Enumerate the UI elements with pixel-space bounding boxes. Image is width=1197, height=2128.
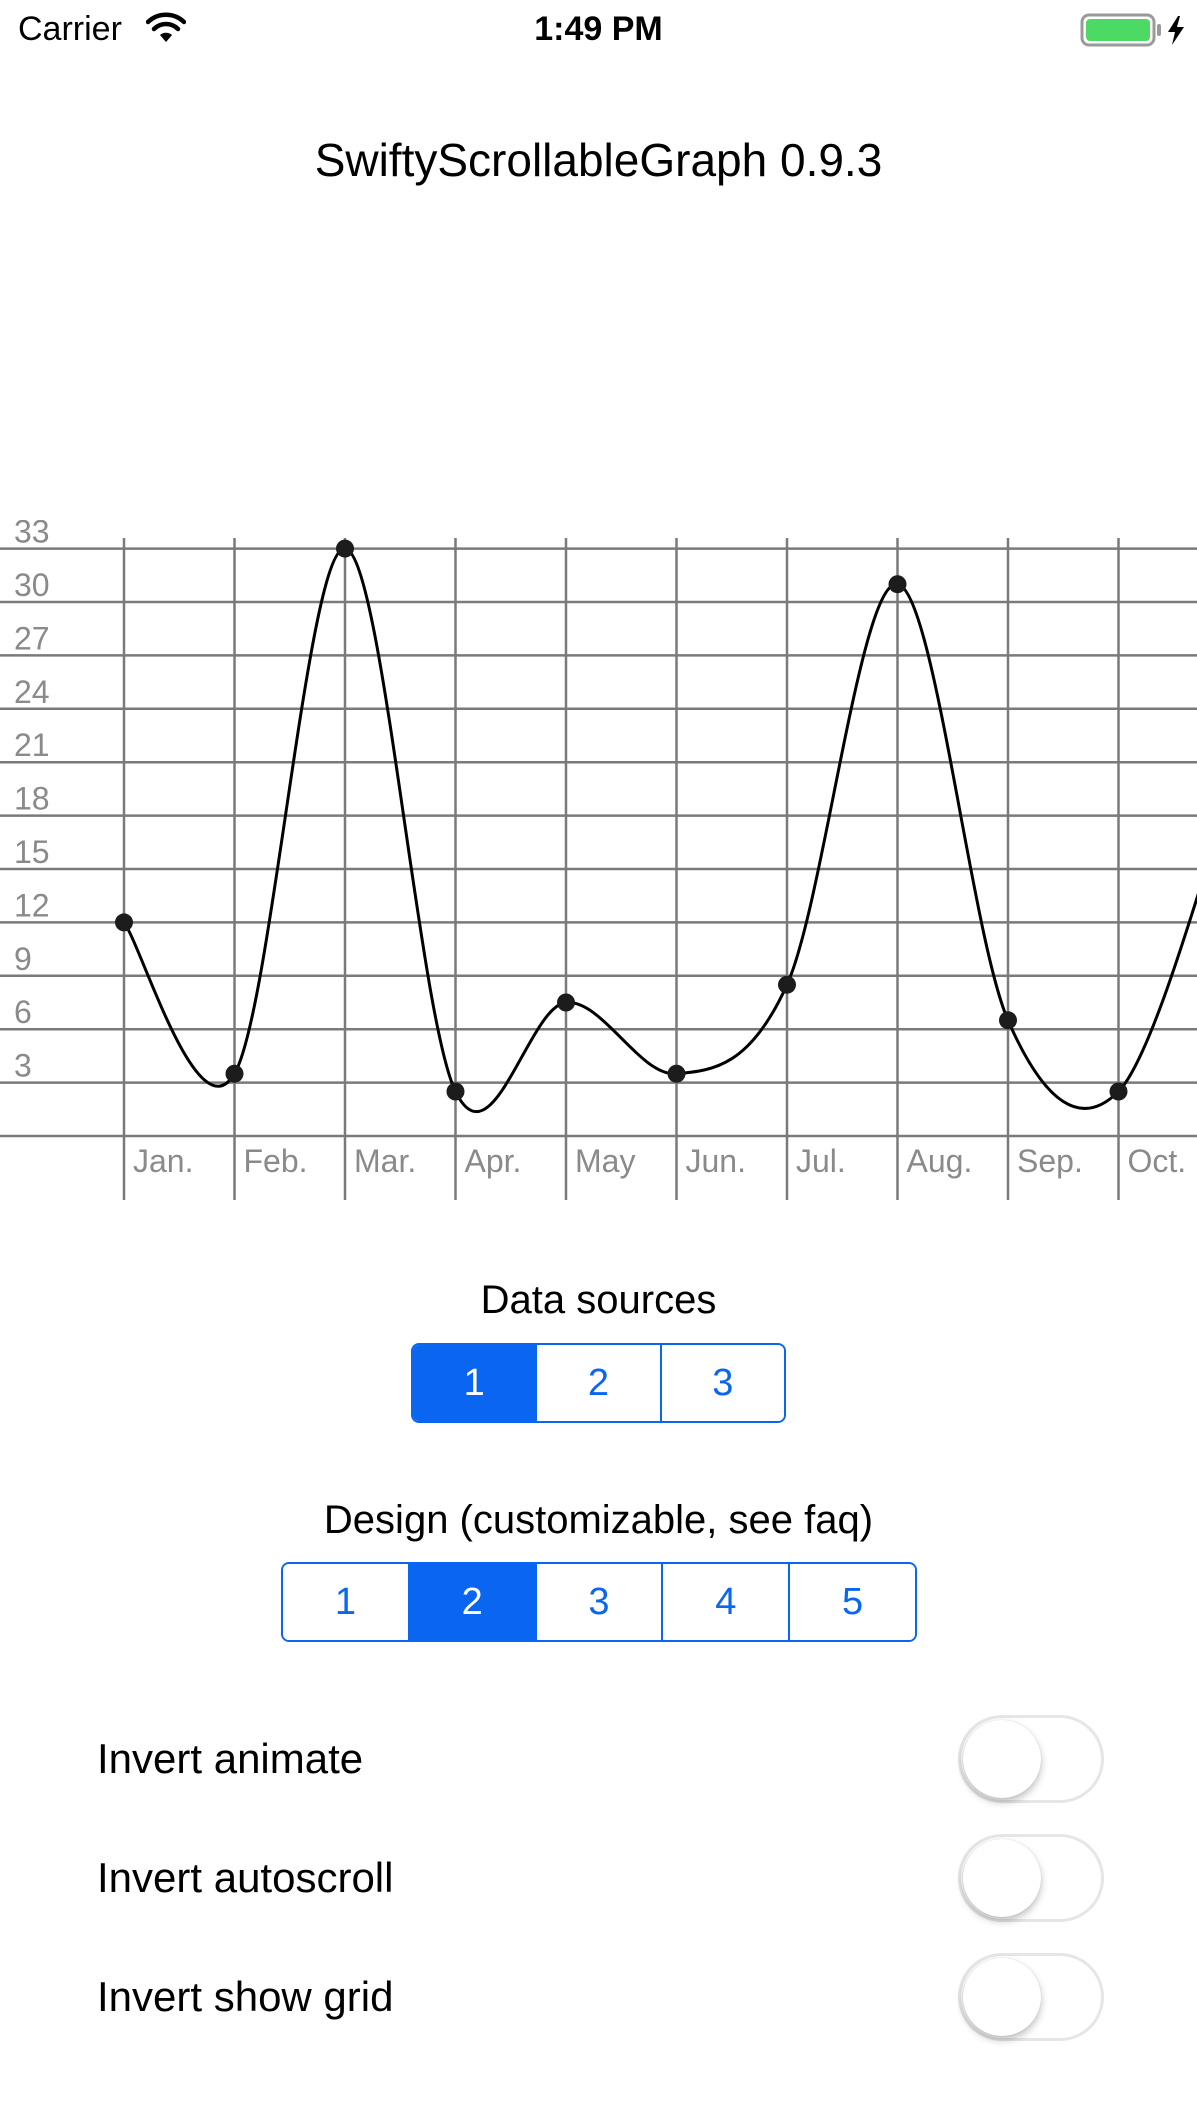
segment-1[interactable]: 1 xyxy=(413,1345,536,1421)
toggle-knob xyxy=(963,1839,1041,1917)
invert-show-grid-toggle[interactable] xyxy=(958,1953,1104,2041)
y-tick-label: 6 xyxy=(14,994,32,1030)
x-tick-label: Jul. xyxy=(796,1143,846,1179)
x-tick-label: Jun. xyxy=(686,1143,746,1179)
x-tick-label: Apr. xyxy=(465,1143,522,1179)
invert-animate-toggle[interactable] xyxy=(958,1715,1104,1803)
toggle-knob xyxy=(963,1720,1041,1798)
battery-icon xyxy=(1080,12,1190,53)
data-point xyxy=(888,575,907,594)
y-tick-label: 33 xyxy=(14,520,50,550)
y-tick-label: 3 xyxy=(14,1048,32,1084)
y-tick-label: 12 xyxy=(14,887,50,923)
segment-5[interactable]: 5 xyxy=(788,1564,915,1640)
setting-row-invert-animate: Invert animate xyxy=(0,1715,1197,1805)
data-point xyxy=(557,993,575,1012)
segment-3[interactable]: 3 xyxy=(534,1564,662,1640)
invert-animate-label: Invert animate xyxy=(97,1735,364,1782)
status-bar: Carrier 1:49 PM xyxy=(0,0,1197,60)
y-tick-label: 27 xyxy=(14,620,50,656)
design-segmented-control[interactable]: 12345 xyxy=(281,1562,917,1642)
invert-show-grid-label: Invert show grid xyxy=(97,1973,394,2020)
segment-4[interactable]: 4 xyxy=(661,1564,789,1640)
line-chart: 3 6 9 12 15 18 21 24 27 30 33 Jan. Feb. Mar. Apr. May Ju… xyxy=(0,520,1197,1200)
x-tick-label: May xyxy=(575,1143,635,1179)
x-tick-label: Jan. xyxy=(133,1143,193,1179)
segment-1[interactable]: 1 xyxy=(283,1564,408,1640)
y-tick-label: 24 xyxy=(14,674,50,710)
y-tick-label: 30 xyxy=(14,567,50,603)
y-tick-label: 9 xyxy=(14,941,32,977)
y-tick-label: 18 xyxy=(14,781,50,817)
data-point xyxy=(778,975,796,994)
setting-row-invert-autoscroll: Invert autoscroll xyxy=(0,1834,1197,1924)
data-point xyxy=(667,1064,686,1083)
x-tick-label: Mar. xyxy=(354,1143,416,1179)
x-tick-label: Oct. xyxy=(1128,1143,1187,1179)
setting-row-invert-show-grid: Invert show grid xyxy=(0,1953,1197,2043)
data-point xyxy=(999,1011,1017,1030)
design-label: Design (customizable, see faq) xyxy=(323,1498,874,1542)
clock: 1:49 PM xyxy=(534,10,663,48)
data-point xyxy=(446,1082,465,1101)
segment-3[interactable]: 3 xyxy=(659,1345,784,1421)
data-point xyxy=(336,539,354,558)
segment-2[interactable]: 2 xyxy=(407,1564,535,1640)
data-point xyxy=(1109,1082,1128,1101)
data-sources-segmented-control[interactable]: 123 xyxy=(411,1343,786,1423)
invert-autoscroll-toggle[interactable] xyxy=(958,1834,1104,1922)
data-point xyxy=(225,1064,244,1083)
scrollable-graph[interactable]: 3 6 9 12 15 18 21 24 27 30 33 Jan. Feb. Mar. Apr. May Ju… xyxy=(0,520,1197,1210)
data-point xyxy=(115,913,133,932)
app-title: SwiftyScrollableGraph 0.9.3 xyxy=(314,134,883,186)
toggle-knob xyxy=(963,1958,1041,2036)
x-tick-label: Feb. xyxy=(244,1143,308,1179)
x-tick-label: Sep. xyxy=(1017,1143,1083,1179)
data-sources-label: Data sources xyxy=(480,1278,717,1322)
y-tick-label: 21 xyxy=(14,727,50,763)
x-tick-label: Aug. xyxy=(907,1143,973,1179)
series-line xyxy=(122,547,1197,1114)
invert-autoscroll-label: Invert autoscroll xyxy=(97,1854,394,1901)
segment-2[interactable]: 2 xyxy=(535,1345,660,1421)
y-tick-label: 15 xyxy=(14,834,50,870)
